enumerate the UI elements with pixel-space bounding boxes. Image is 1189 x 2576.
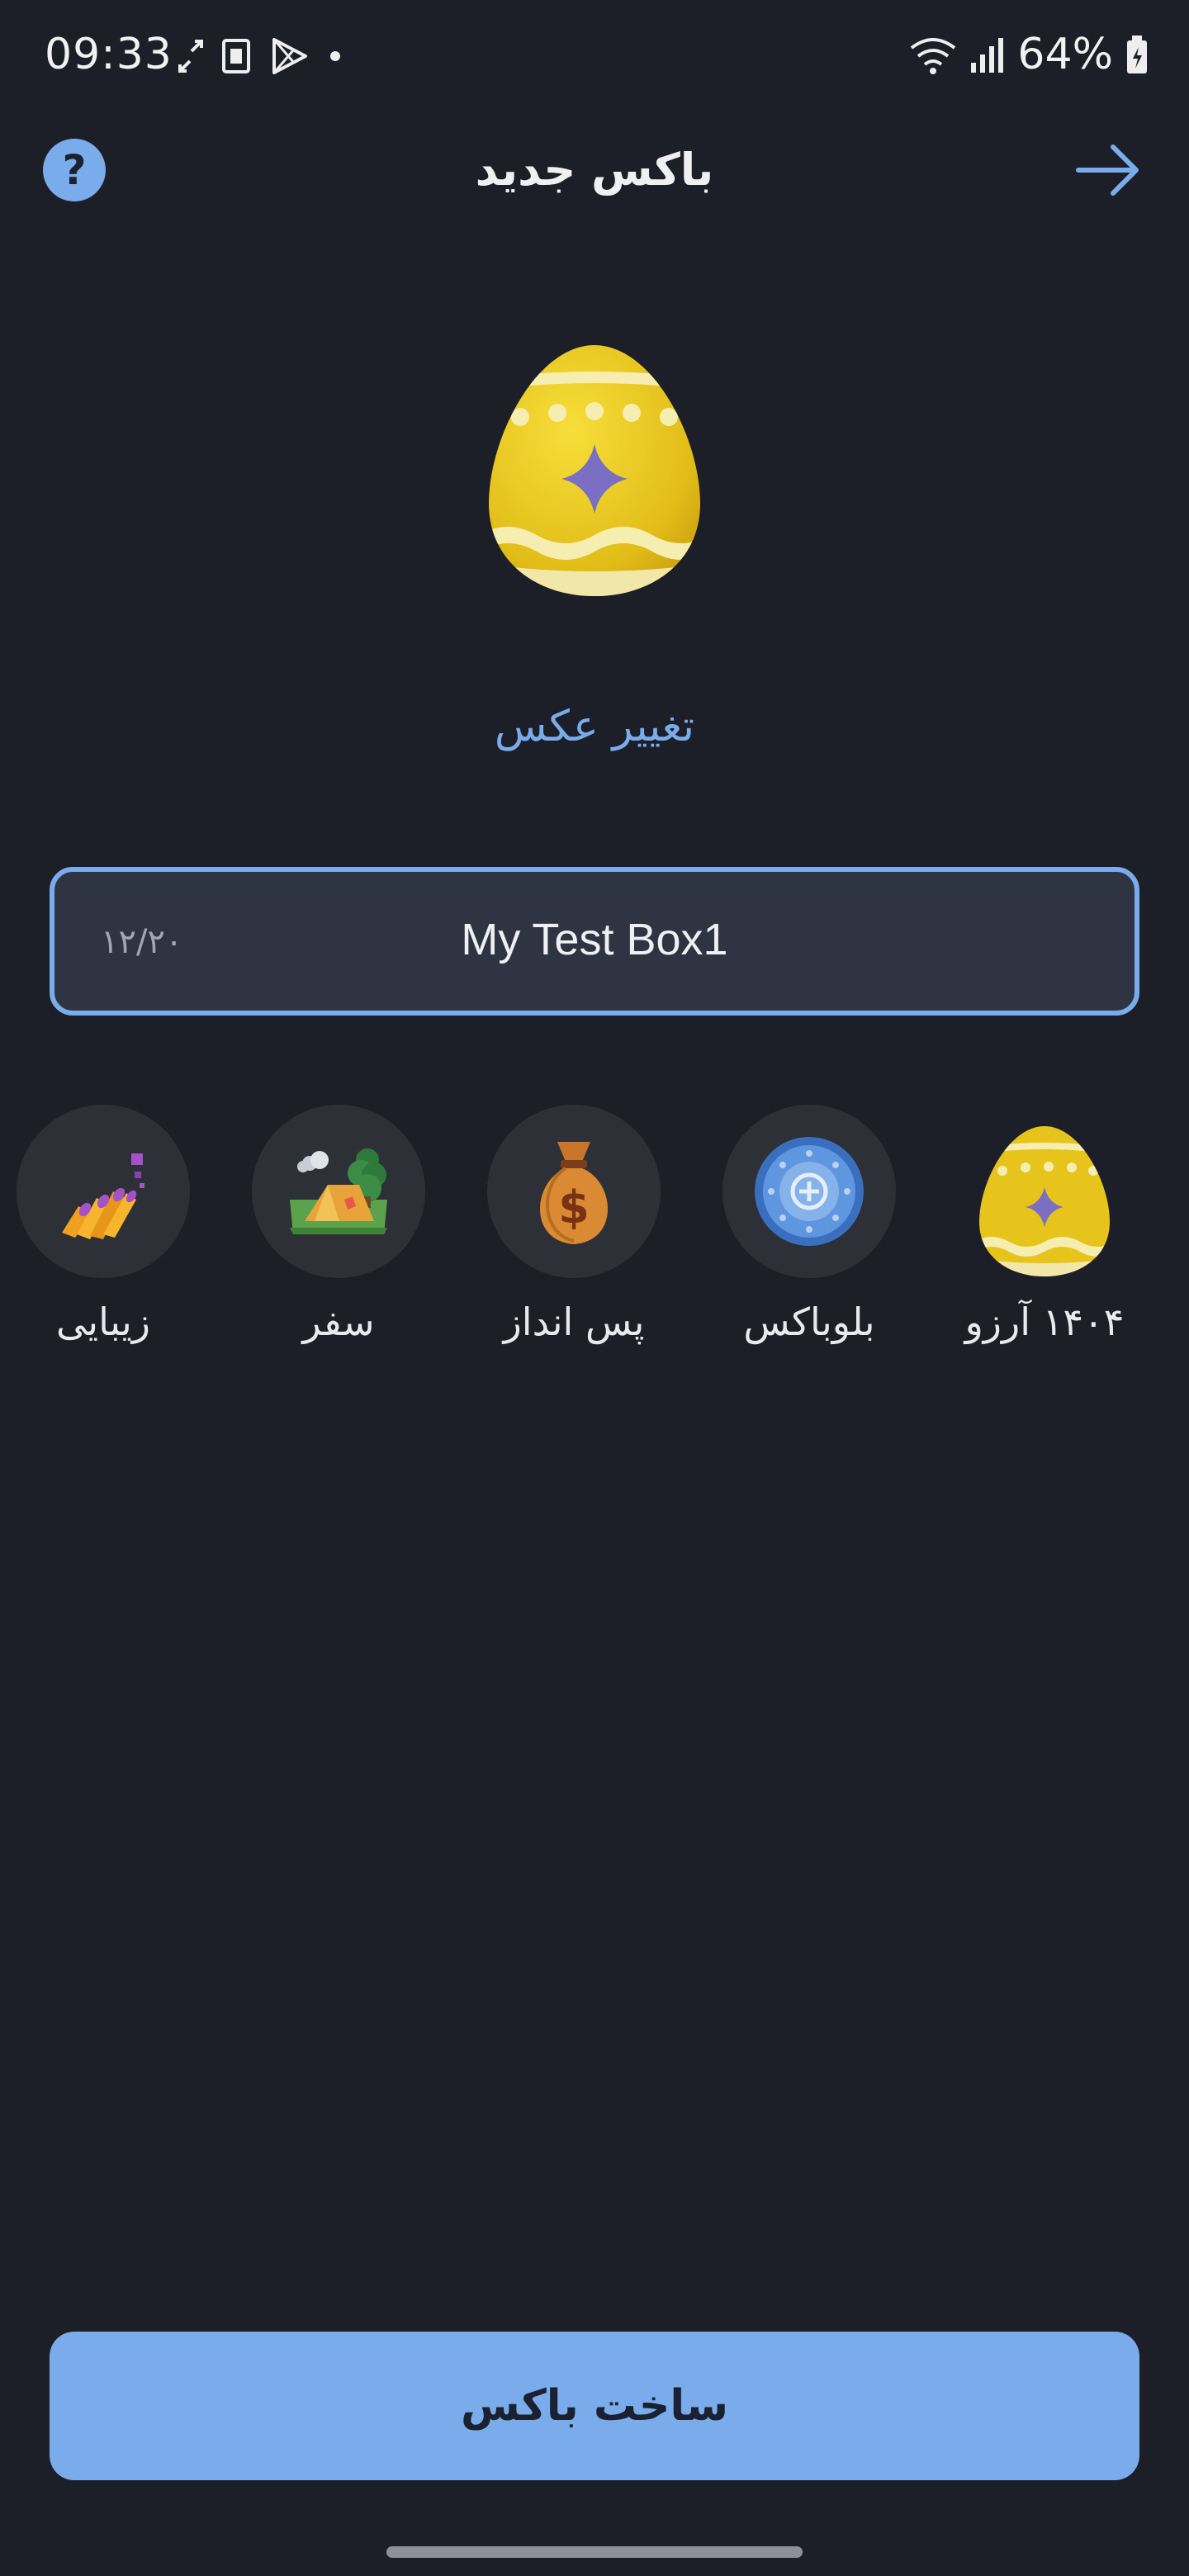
sim-card-icon [222,39,250,73]
category-selector[interactable]: ۱۴۰۴ آرزو بلوباکس $ پس انداز سفر زیبایی [0,1098,1189,1379]
easter-egg-image[interactable] [479,339,710,603]
signal-icon [971,38,1004,73]
category-circle [722,1105,896,1278]
create-box-button[interactable]: ساخت باکس [50,2332,1139,2480]
category-item-travel[interactable]: سفر [223,1098,454,1362]
app-bar: ? باکس جدید [0,124,1189,216]
category-circle [17,1105,190,1278]
easter-egg-icon [979,1126,1110,1276]
battery-icon [1127,36,1147,73]
category-item-beauty[interactable]: زیبایی [0,1098,219,1362]
home-indicator[interactable] [386,2546,803,2558]
category-label: سفر [302,1300,375,1344]
category-label: بلوباکس [743,1300,875,1344]
status-time: 09:33 [45,30,173,79]
money-bag-icon: $ [539,1142,609,1244]
category-circle [252,1105,425,1278]
battery-percentage: 64% [1017,30,1113,79]
box-name-input[interactable] [54,913,1135,966]
blue-box-coin-icon [755,1137,864,1246]
category-label: زیبایی [55,1300,151,1344]
change-photo-link[interactable]: تغییر عکس [0,702,1189,751]
box-name-field[interactable]: ۱۲/۲۰ [50,867,1139,1016]
category-label: پس انداز [503,1300,645,1344]
sync-icon [178,40,203,73]
category-label: ۱۴۰۴ آرزو [964,1300,1125,1344]
category-item-savings[interactable]: $ پس انداز [458,1098,689,1362]
dot-icon [330,51,340,61]
svg-text:$: $ [558,1181,590,1234]
category-item-wish[interactable]: ۱۴۰۴ آرزو [929,1098,1160,1362]
play-store-icon [272,38,307,74]
category-circle: $ [487,1105,661,1278]
category-item-bluebox[interactable]: بلوباکس [694,1098,925,1362]
nail-polish-icon [62,1153,144,1239]
status-bar: 09:33 64% [0,0,1189,109]
wifi-icon [911,38,956,74]
status-system-icons: 64% [908,30,1149,79]
camping-tent-icon [290,1148,387,1234]
status-notification-icons [178,33,343,79]
arrow-right-icon[interactable] [1073,140,1141,200]
page-title: باکس جدید [475,144,714,196]
